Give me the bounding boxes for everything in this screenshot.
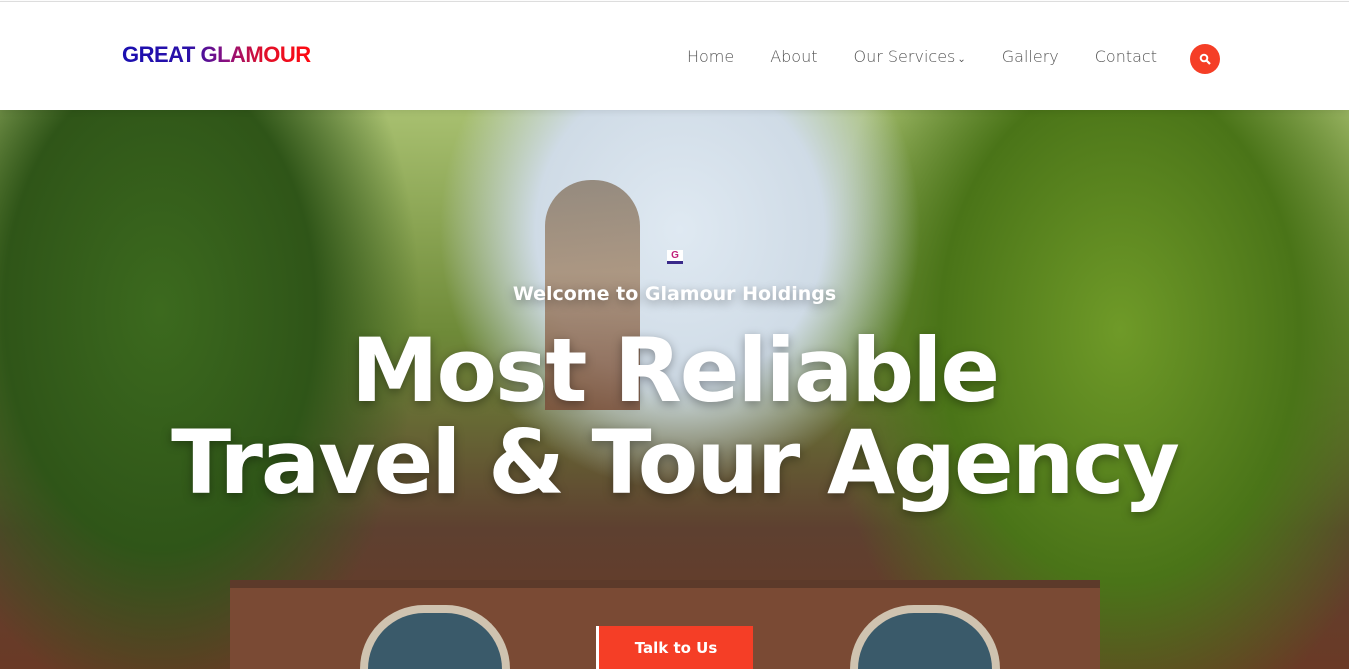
site-header: GREAT GLAMOUR Home About Our Services ⌄ G… (0, 1, 1349, 110)
brand-badge: G (667, 250, 683, 264)
nav-our-services[interactable]: Our Services ⌄ (854, 47, 966, 66)
hero-title: Most Reliable Travel & Tour Agency (0, 325, 1349, 509)
hero-banner: G Welcome to Glamour Holdings Most Relia… (0, 110, 1349, 669)
main-nav: Home About Our Services ⌄ Gallery Contact (687, 47, 1157, 66)
nav-gallery[interactable]: Gallery (1002, 47, 1059, 66)
hero-title-line2: Travel & Tour Agency (171, 411, 1180, 514)
talk-to-us-button[interactable]: Talk to Us (596, 626, 753, 669)
nav-contact[interactable]: Contact (1095, 47, 1157, 66)
logo[interactable]: GREAT GLAMOUR (122, 42, 311, 68)
nav-about[interactable]: About (770, 47, 817, 66)
hero-subtitle: Welcome to Glamour Holdings (512, 283, 837, 305)
nav-our-services-label: Our Services (853, 47, 956, 66)
hero-title-line1: Most Reliable (350, 319, 1000, 422)
nav-home[interactable]: Home (687, 47, 734, 66)
page: GREAT GLAMOUR Home About Our Services ⌄ G… (0, 0, 1349, 669)
chevron-down-icon: ⌄ (957, 54, 966, 65)
search-icon (1199, 53, 1211, 65)
search-button[interactable] (1190, 44, 1220, 74)
